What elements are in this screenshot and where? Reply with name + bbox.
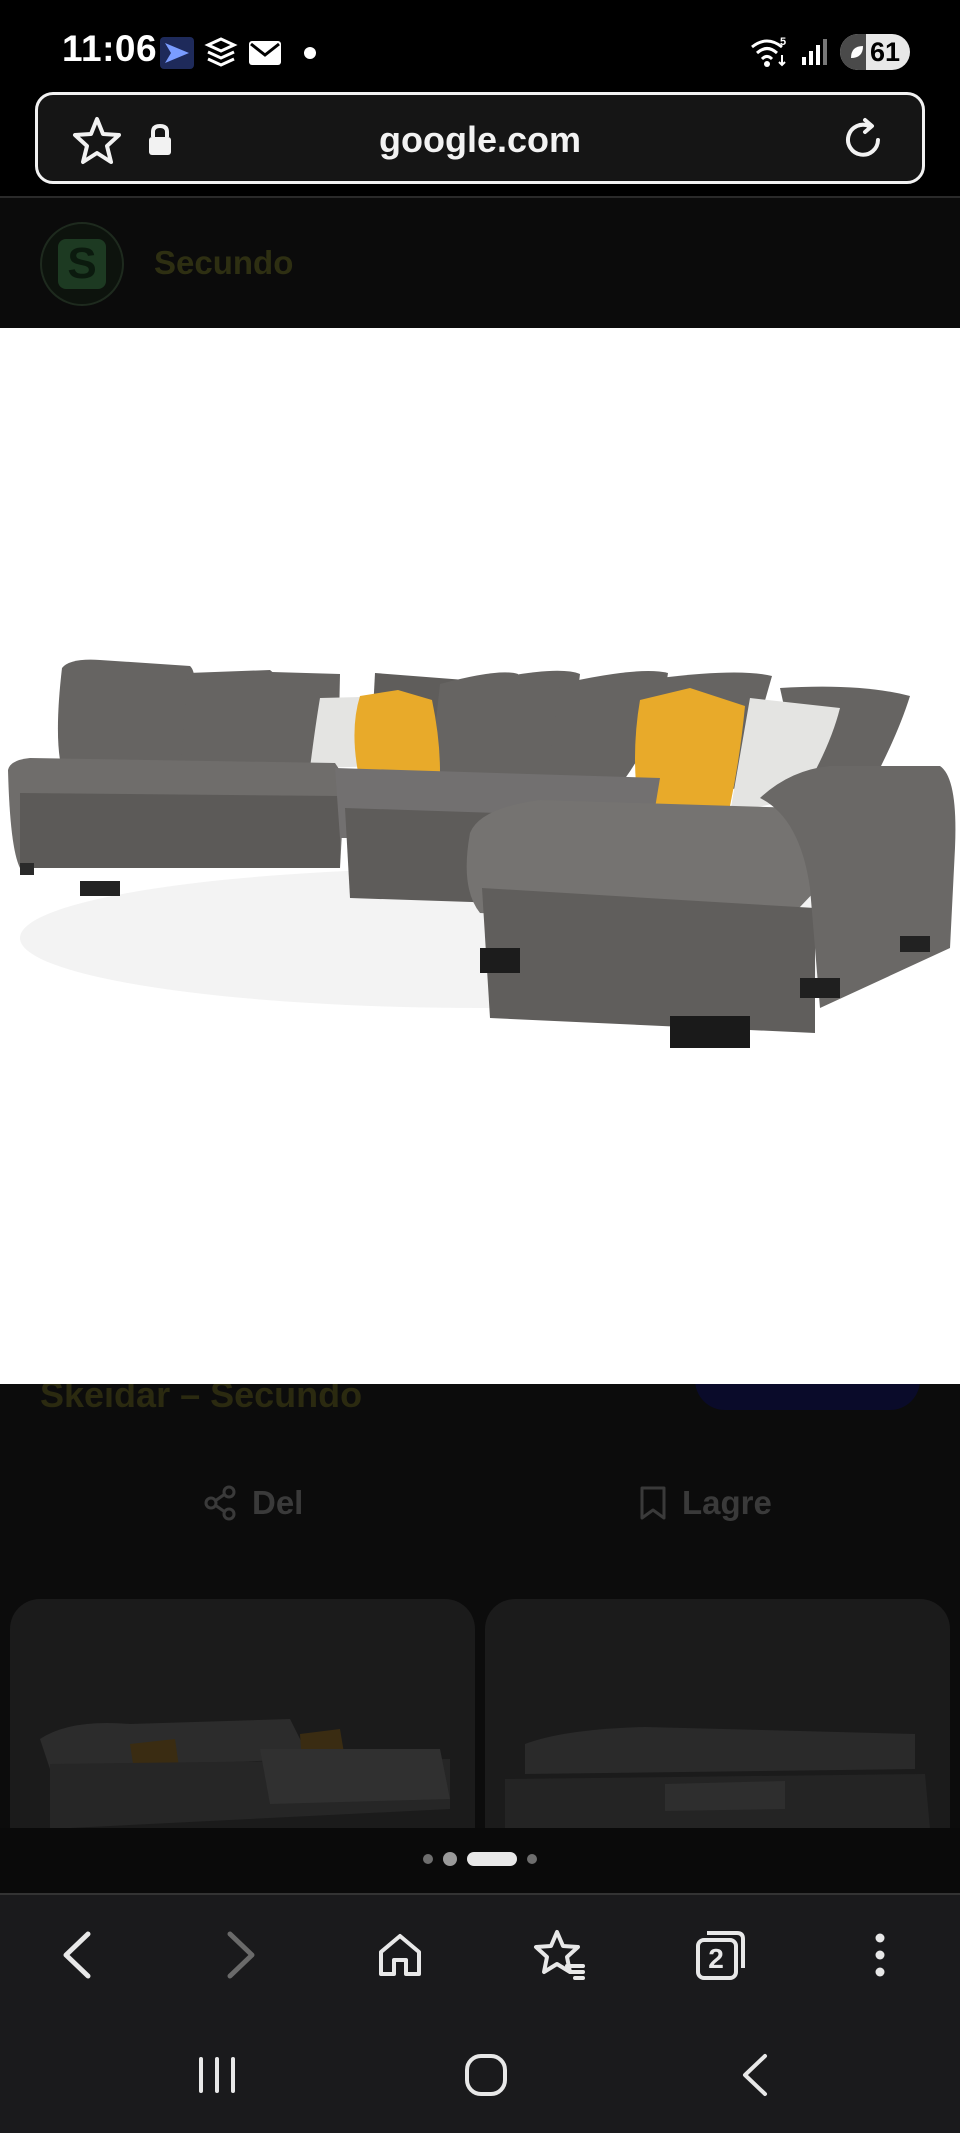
- forward-icon: [227, 1931, 255, 1979]
- result-details: Skeidar – Secundo Del Lagre: [0, 1384, 960, 1828]
- home-icon: [379, 1934, 421, 1976]
- wifi-5-icon: 5: [751, 36, 786, 67]
- status-system-icons: 5 61: [750, 34, 910, 70]
- image-preview[interactable]: [0, 328, 960, 1384]
- result-title[interactable]: Skeidar – Secundo: [40, 1384, 362, 1416]
- stack-app-icon: [204, 37, 238, 67]
- site-logo-letter: S: [58, 239, 106, 289]
- home-button[interactable]: [368, 1923, 432, 1987]
- address-bar[interactable]: google.com: [35, 92, 925, 184]
- more-button[interactable]: [848, 1923, 912, 1987]
- reload-icon[interactable]: [838, 115, 888, 165]
- back-icon: [63, 1931, 91, 1979]
- sofa-image: [8, 659, 956, 1048]
- tab-count: 2: [708, 1943, 724, 1974]
- pager-dot-active[interactable]: [467, 1852, 517, 1866]
- system-back-icon: [743, 2054, 767, 2096]
- system-back-button[interactable]: [720, 2045, 790, 2105]
- share-label: Del: [252, 1484, 304, 1521]
- browser-toolbar: 2: [0, 1895, 960, 2015]
- system-home-button[interactable]: [451, 2045, 521, 2105]
- related-image-thumbnail[interactable]: [485, 1599, 950, 1828]
- pager-dot[interactable]: [423, 1854, 433, 1864]
- battery-saver-icon: [851, 46, 863, 58]
- status-notification-icons: [160, 37, 318, 69]
- app-notification-icon: [160, 37, 194, 69]
- visit-button[interactable]: [695, 1384, 920, 1410]
- back-button[interactable]: [46, 1923, 110, 1987]
- status-bar: 11:06 5 61: [0, 0, 960, 90]
- sofa-thumbnail: [505, 1727, 930, 1828]
- related-image-thumbnail[interactable]: [10, 1599, 475, 1828]
- share-icon: [204, 1485, 236, 1521]
- recent-apps-icon: [199, 2057, 235, 2093]
- mail-icon: [249, 41, 281, 65]
- sofa-thumbnail: [40, 1719, 450, 1828]
- site-header: S Secundo: [0, 198, 960, 328]
- url-domain[interactable]: google.com: [38, 119, 922, 161]
- site-name: Secundo: [154, 244, 294, 281]
- bookmarks-icon: [534, 1930, 585, 1980]
- system-home-icon: [465, 2054, 507, 2096]
- battery-level: 61: [869, 36, 900, 67]
- pager-dot[interactable]: [527, 1854, 537, 1864]
- pager-dot[interactable]: [443, 1852, 457, 1866]
- forward-button[interactable]: [208, 1923, 272, 1987]
- bookmarks-button[interactable]: [528, 1923, 592, 1987]
- system-navigation: [0, 2015, 960, 2133]
- yellow-cushion-left: [354, 690, 440, 772]
- action-row: Del Lagre: [0, 1484, 960, 1544]
- image-pager: [0, 1828, 960, 1894]
- more-icon: [875, 1933, 885, 1977]
- pager-dots: [0, 1852, 960, 1866]
- dot-icon: [304, 47, 316, 59]
- tabs-button[interactable]: 2: [688, 1923, 752, 1987]
- recent-apps-button[interactable]: [182, 2045, 252, 2105]
- site-logo: S: [40, 222, 124, 306]
- svg-text:5: 5: [780, 36, 786, 48]
- status-time: 11:06: [62, 28, 158, 69]
- share-button[interactable]: Del: [202, 1484, 303, 1522]
- save-label: Lagre: [682, 1484, 772, 1521]
- battery-indicator: 61: [840, 34, 910, 70]
- bookmark-icon: [640, 1486, 666, 1520]
- signal-icon: [802, 39, 827, 65]
- save-button[interactable]: Lagre: [638, 1484, 772, 1522]
